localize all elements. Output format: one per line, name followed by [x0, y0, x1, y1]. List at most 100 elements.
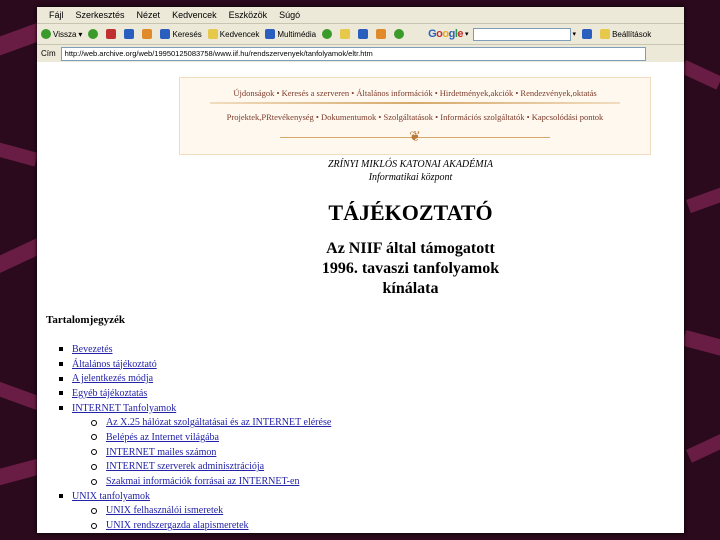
- toc-subitem: INTERNET mailes számon: [91, 445, 331, 460]
- back-button[interactable]: Vissza ▾: [41, 29, 82, 39]
- background-stripe: [0, 140, 39, 167]
- back-arrow-icon: [41, 29, 51, 39]
- history-icon: [322, 29, 333, 39]
- home-button[interactable]: [142, 29, 154, 39]
- banner-nav-row-1[interactable]: Újdonságok • Keresés a szerveren • Által…: [180, 88, 650, 98]
- toc-link[interactable]: Bevezetés: [72, 344, 113, 355]
- forward-button[interactable]: [88, 29, 100, 39]
- menu-bar: Fájl Szerkesztés Nézet Kedvencek Eszközö…: [37, 7, 684, 24]
- toc-link[interactable]: Belépés az Internet világába: [106, 432, 219, 443]
- institution-name: ZRÍNYI MIKLÓS KATONAI AKADÉMIA: [327, 159, 494, 170]
- bullet-icon: [59, 347, 63, 352]
- address-label: Cím: [41, 49, 56, 58]
- bullet-icon: [59, 406, 63, 411]
- menu-file[interactable]: Fájl: [49, 10, 64, 20]
- refresh-icon: [124, 29, 135, 39]
- toc-link[interactable]: UNIX tanfolyamok: [72, 491, 150, 502]
- settings-button[interactable]: Beállítások: [600, 29, 651, 39]
- background-stripe: [686, 433, 720, 463]
- toc-item: INTERNET Tanfolyamok: [59, 401, 331, 416]
- toc-link[interactable]: Szakmai információk forrásai az INTERNET…: [106, 476, 299, 487]
- menu-favorites[interactable]: Kedvencek: [172, 10, 217, 20]
- toc-item: Bevezetés: [59, 342, 331, 357]
- stop-button[interactable]: [106, 29, 118, 39]
- toc-subitem: Belépés az Internet világába: [91, 430, 331, 445]
- media-label: Multimédia: [277, 29, 317, 39]
- circle-bullet-icon: [91, 478, 97, 485]
- banner-nav-row-2[interactable]: Projektek,PRtevékenység • Dokumentumok •…: [180, 112, 650, 122]
- favorites-label: Kedvencek: [219, 29, 260, 39]
- search-icon: [582, 29, 593, 39]
- menu-view[interactable]: Nézet: [137, 10, 161, 20]
- home-icon: [142, 29, 153, 39]
- stop-icon: [106, 29, 117, 39]
- favorites-button[interactable]: Kedvencek: [207, 29, 260, 39]
- menu-tools[interactable]: Eszközök: [229, 10, 268, 20]
- chevron-down-icon[interactable]: ▾: [465, 30, 469, 38]
- history-button[interactable]: [322, 29, 334, 39]
- google-search-input[interactable]: [472, 27, 571, 41]
- bullet-icon: [59, 376, 63, 381]
- toc-link[interactable]: Általános tájékoztató: [72, 359, 157, 370]
- department-name: Informatikai központ: [368, 172, 453, 183]
- toc-link[interactable]: UNIX rendszergazda alapismeretek: [106, 520, 249, 531]
- messenger-button[interactable]: [394, 29, 406, 39]
- media-icon: [265, 29, 276, 39]
- search-button[interactable]: Keresés: [160, 29, 202, 39]
- toc-link[interactable]: INTERNET szerverek adminisztrációja: [106, 461, 264, 472]
- site-navigation-banner: Újdonságok • Keresés a szerveren • Által…: [179, 77, 651, 155]
- star-icon: [207, 29, 218, 39]
- browser-window: Fájl Szerkesztés Nézet Kedvencek Eszközö…: [37, 7, 684, 533]
- edit-icon: [376, 29, 387, 39]
- bullet-icon: [59, 362, 63, 367]
- banner-divider: [210, 102, 620, 104]
- toc-subitem: UNIX felhasználói ismeretek: [91, 504, 331, 519]
- toc-link[interactable]: UNIX felhasználói ismeretek: [106, 505, 223, 516]
- ornament-icon: ❦: [409, 130, 421, 145]
- toc-item: UNIX tanfolyamok: [59, 489, 331, 504]
- mail-button[interactable]: [340, 29, 352, 39]
- settings-label: Beállítások: [612, 29, 652, 39]
- toc-link[interactable]: Egyéb tájékoztatás: [72, 388, 147, 399]
- toc-item: Egyéb tájékoztatás: [59, 386, 331, 401]
- back-label: Vissza: [53, 29, 77, 39]
- toc-subitem: Szakmai információk forrásai az INTERNET…: [91, 474, 331, 489]
- print-button[interactable]: [358, 29, 370, 39]
- page-subtitle: kínálata: [382, 280, 439, 297]
- circle-bullet-icon: [91, 449, 97, 456]
- forward-arrow-icon: [88, 29, 99, 39]
- google-search-button[interactable]: [582, 29, 594, 39]
- background-stripe: [0, 380, 42, 411]
- circle-bullet-icon: [91, 463, 97, 470]
- google-toolbar-menu[interactable]: Google: [428, 28, 463, 40]
- menu-help[interactable]: Súgó: [279, 10, 300, 20]
- gear-icon: [600, 29, 611, 39]
- circle-bullet-icon: [91, 522, 97, 529]
- toc-subitem: INTERNET szerverek adminisztrációja: [91, 460, 331, 475]
- circle-bullet-icon: [91, 434, 97, 441]
- toc-subitem: Az X.25 hálózat szolgáltatásai és az INT…: [91, 415, 331, 430]
- address-input[interactable]: http://web.archive.org/web/1995012508375…: [60, 46, 646, 61]
- circle-bullet-icon: [91, 419, 97, 426]
- search-icon: [160, 29, 171, 39]
- media-button[interactable]: Multimédia: [265, 29, 316, 39]
- page-content: Újdonságok • Keresés a szerveren • Által…: [37, 62, 684, 533]
- toc-subitem: UNIX rendszergazda alapismeretek: [91, 518, 331, 533]
- toc-heading: Tartalomjegyzék: [46, 314, 126, 326]
- toc-link[interactable]: Az X.25 hálózat szolgáltatásai és az INT…: [106, 417, 331, 428]
- bullet-icon: [59, 391, 63, 396]
- print-icon: [358, 29, 369, 39]
- toc-link[interactable]: INTERNET mailes számon: [106, 447, 216, 458]
- refresh-button[interactable]: [124, 29, 136, 39]
- address-bar: Cím http://web.archive.org/web/199501250…: [37, 45, 684, 63]
- toc-link[interactable]: INTERNET Tanfolyamok: [72, 403, 176, 414]
- menu-edit[interactable]: Szerkesztés: [76, 10, 125, 20]
- chevron-down-icon[interactable]: ▾: [573, 30, 577, 38]
- edit-button[interactable]: [376, 29, 388, 39]
- background-stripe: [680, 60, 720, 90]
- toc-link[interactable]: A jelentkezés módja: [72, 373, 153, 384]
- background-stripe: [686, 186, 720, 214]
- background-stripe: [681, 330, 720, 356]
- search-label: Keresés: [172, 29, 202, 39]
- bullet-icon: [59, 494, 63, 499]
